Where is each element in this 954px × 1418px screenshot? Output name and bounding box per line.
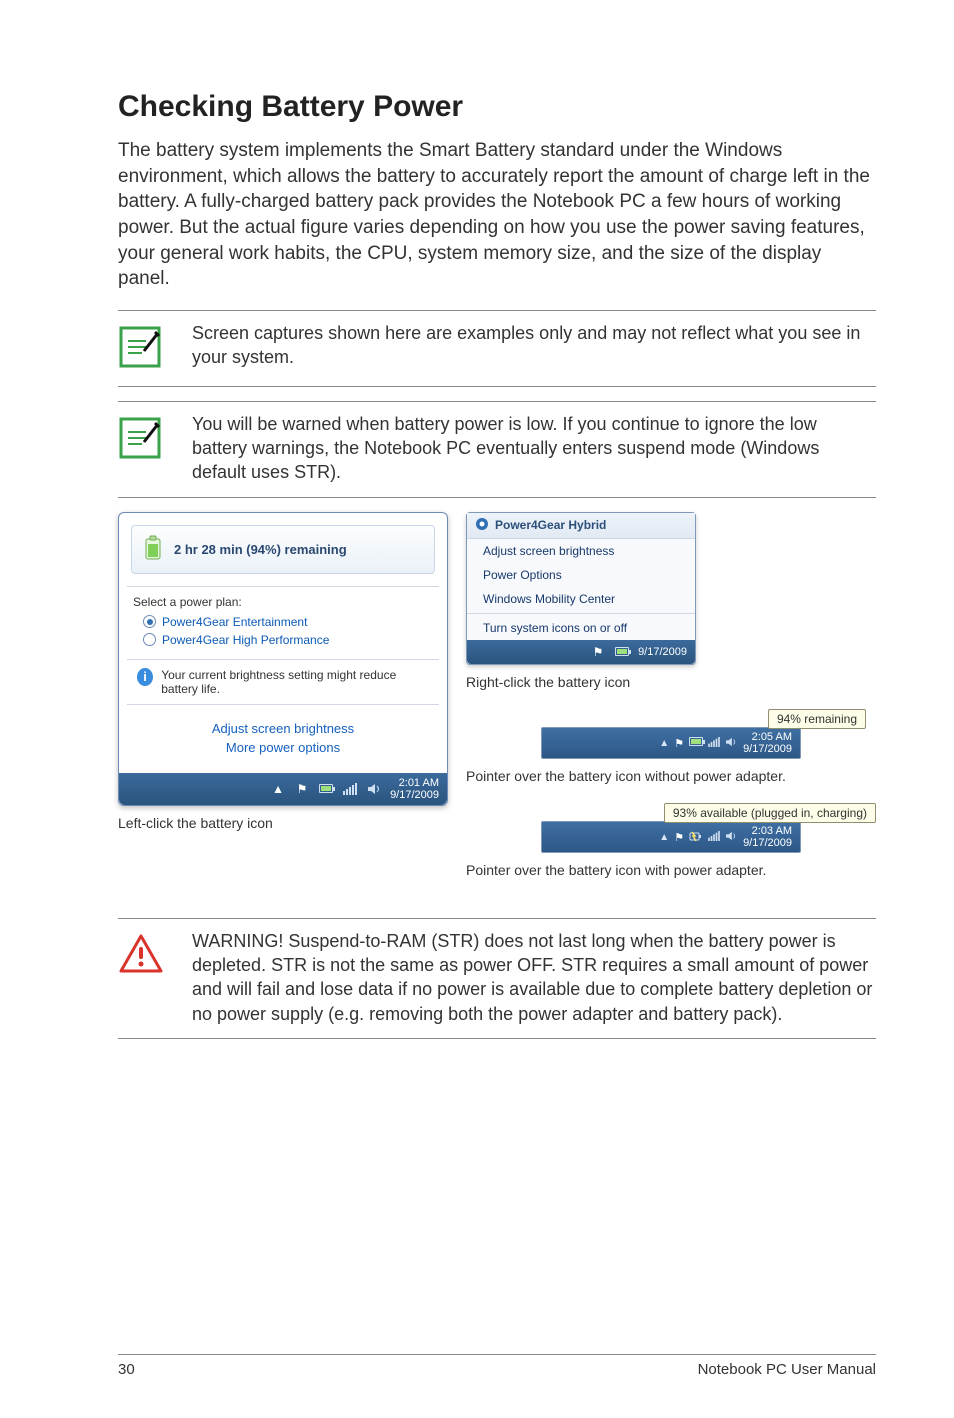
tray-date-only: 9/17/2009 (638, 646, 687, 658)
battery-tray-icon[interactable] (689, 737, 703, 749)
tray-with-adapter: ▲ ⚑ 2:03 AM 9/17/2009 (541, 821, 801, 853)
page-footer: 30 Notebook PC User Manual (118, 1354, 876, 1378)
more-power-options-link[interactable]: More power options (119, 740, 447, 755)
warning-box: WARNING! Suspend-to-RAM (STR) does not l… (118, 918, 876, 1039)
ctx-mobility-center[interactable]: Windows Mobility Center (467, 587, 695, 611)
tray-clock-2[interactable]: 2:03 AM 9/17/2009 (743, 825, 792, 849)
battery-context-menu: Power4Gear Hybrid Adjust screen brightne… (466, 512, 696, 665)
tray-clock-1[interactable]: 2:05 AM 9/17/2009 (743, 731, 792, 755)
plan-2-label: Power4Gear High Performance (162, 633, 329, 647)
flag-icon[interactable]: ⚑ (294, 781, 310, 797)
show-hidden-icon[interactable]: ▲ (659, 832, 669, 843)
show-hidden-icon[interactable]: ▲ (270, 781, 286, 797)
battery-popup: 2 hr 28 min (94%) remaining Select a pow… (118, 512, 448, 806)
battery-tray-icon[interactable] (614, 644, 630, 660)
note-icon (118, 416, 162, 465)
battery-large-icon (142, 534, 164, 565)
radio-selected-icon (143, 615, 156, 628)
battery-charging-icon[interactable] (689, 830, 703, 845)
volume-icon[interactable] (366, 781, 382, 797)
show-hidden-icon[interactable]: ▲ (659, 738, 669, 749)
ctx-turn-icons-on-off[interactable]: Turn system icons on or off (467, 616, 695, 640)
battery-status-text: 2 hr 28 min (94%) remaining (174, 542, 347, 557)
plan-label: Select a power plan: (133, 595, 433, 609)
note-icon (118, 325, 162, 374)
network-icon[interactable] (708, 831, 720, 844)
battery-tray-icon[interactable] (318, 781, 334, 797)
intro-paragraph: The battery system implements the Smart … (118, 138, 876, 292)
hint-text: Your current brightness setting might re… (161, 668, 429, 696)
power4gear-icon (475, 517, 489, 534)
caption-with-adapter: Pointer over the battery icon with power… (466, 861, 876, 879)
brightness-hint: i Your current brightness setting might … (119, 660, 447, 704)
adjust-brightness-link[interactable]: Adjust screen brightness (119, 721, 447, 736)
taskbar-tray: ▲ ⚑ 2:01 AM 9/17/2009 (119, 773, 447, 805)
network-icon[interactable] (342, 781, 358, 797)
plan-radio-2[interactable]: Power4Gear High Performance (143, 633, 433, 647)
flag-icon[interactable]: ⚑ (674, 831, 684, 844)
plan-1-label: Power4Gear Entertainment (162, 615, 307, 629)
note-2-text: You will be warned when battery power is… (192, 412, 876, 485)
note-1-text: Screen captures shown here are examples … (192, 321, 876, 374)
note-box-2: You will be warned when battery power is… (118, 401, 876, 498)
volume-icon[interactable] (725, 831, 737, 844)
tray-clock[interactable]: 2:01 AM 9/17/2009 (390, 777, 439, 801)
tooltip-93: 93% available (plugged in, charging) (664, 803, 876, 823)
doc-title-footer: Notebook PC User Manual (698, 1361, 876, 1378)
tooltip-94: 94% remaining (768, 709, 866, 729)
caption-no-adapter: Pointer over the battery icon without po… (466, 767, 876, 785)
plan-radio-1[interactable]: Power4Gear Entertainment (143, 615, 433, 629)
warning-icon (118, 962, 164, 979)
volume-icon[interactable] (725, 737, 737, 750)
ctx-adjust-brightness[interactable]: Adjust screen brightness (467, 539, 695, 563)
radio-unselected-icon (143, 633, 156, 646)
tray-no-adapter: ▲ ⚑ 2:05 AM 9/17/2009 (541, 727, 801, 759)
ctx-power-options[interactable]: Power Options (467, 563, 695, 587)
battery-status-row: 2 hr 28 min (94%) remaining (131, 525, 435, 574)
warning-text: WARNING! Suspend-to-RAM (STR) does not l… (192, 929, 876, 1026)
caption-rightclick: Right-click the battery icon (466, 673, 876, 691)
info-icon: i (137, 668, 153, 686)
flag-icon[interactable]: ⚑ (590, 644, 606, 660)
page-title: Checking Battery Power (118, 90, 876, 124)
note-box-1: Screen captures shown here are examples … (118, 310, 876, 387)
caption-left: Left-click the battery icon (118, 814, 448, 832)
page-number: 30 (118, 1361, 135, 1378)
context-menu-title: Power4Gear Hybrid (467, 513, 695, 539)
flag-icon[interactable]: ⚑ (674, 737, 684, 750)
context-menu-tray: ⚑ 9/17/2009 (467, 640, 695, 664)
network-icon[interactable] (708, 737, 720, 750)
